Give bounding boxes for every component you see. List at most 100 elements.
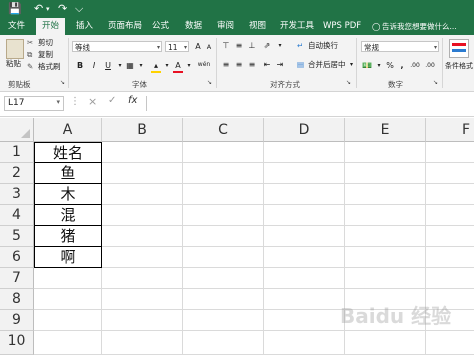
align-left-icon[interactable]: ≡ (220, 59, 232, 70)
paste-icon[interactable] (6, 39, 24, 59)
bold-button[interactable]: B (74, 60, 86, 71)
align-top-icon[interactable]: ⊤ (220, 40, 232, 51)
grid-cell[interactable] (102, 205, 183, 226)
orientation-icon[interactable]: ⇗ (261, 40, 273, 51)
grid-cell[interactable] (426, 247, 474, 268)
row-header-3[interactable]: 3 (0, 184, 34, 205)
formula-input[interactable] (146, 96, 474, 111)
format-painter-button[interactable]: 格式刷 (38, 62, 61, 72)
grid-cell[interactable] (183, 142, 264, 163)
grid-cell[interactable] (264, 247, 345, 268)
align-bottom-icon[interactable]: ⊥ (246, 40, 258, 51)
comma-button[interactable]: , (396, 60, 408, 71)
grid-cell[interactable] (102, 247, 183, 268)
number-format-select[interactable]: 常规 ▾ (361, 41, 439, 52)
cell-a1[interactable]: 姓名 (34, 142, 102, 163)
grid-cell[interactable] (426, 226, 474, 247)
row-header-9[interactable]: 9 (0, 310, 34, 331)
grid-cell[interactable] (183, 205, 264, 226)
align-middle-icon[interactable]: ≡ (233, 40, 245, 51)
decrease-decimal-button[interactable]: .00 (423, 60, 437, 71)
grid-cell[interactable] (34, 331, 102, 355)
insert-function-button[interactable]: fx (128, 95, 137, 106)
grid-cell[interactable] (426, 142, 474, 163)
align-right-icon[interactable]: ≡ (246, 59, 258, 70)
grid-cell[interactable] (183, 331, 264, 355)
alignment-launcher-icon[interactable]: ↘ (346, 79, 351, 86)
redo-icon[interactable]: ↷ (58, 2, 67, 16)
row-header-2[interactable]: 2 (0, 163, 34, 184)
grid-cell[interactable] (102, 226, 183, 247)
grid-cell[interactable] (345, 142, 426, 163)
cell-a5[interactable]: 猪 (34, 226, 102, 247)
percent-button[interactable]: % (384, 60, 396, 71)
clipboard-launcher-icon[interactable]: ↘ (60, 79, 65, 86)
grid-cell[interactable] (183, 184, 264, 205)
tab-insert[interactable]: 插入 (76, 18, 93, 35)
decrease-indent-icon[interactable]: ⇤ (261, 59, 273, 70)
grid-cell[interactable] (102, 289, 183, 310)
column-header-e[interactable]: E (345, 118, 426, 142)
grid-cell[interactable] (183, 310, 264, 331)
row-header-5[interactable]: 5 (0, 226, 34, 247)
save-icon[interactable]: 💾 (8, 2, 22, 16)
tab-review[interactable]: 审阅 (217, 18, 234, 35)
tab-developer[interactable]: 开发工具 (280, 18, 314, 35)
grid-cell[interactable] (345, 163, 426, 184)
chevron-down-icon[interactable]: ▾ (350, 60, 353, 70)
grid-cell[interactable] (34, 268, 102, 289)
tell-me-search[interactable]: 告诉我您想要做什么... (382, 18, 472, 35)
column-header-b[interactable]: B (102, 118, 183, 142)
row-header-1[interactable]: 1 (0, 142, 34, 163)
undo-icon[interactable]: ↶ (34, 2, 43, 16)
merge-center-button[interactable]: 合并后居中 (308, 60, 346, 70)
grid-cell[interactable] (183, 268, 264, 289)
increase-decimal-button[interactable]: .00 (408, 60, 422, 71)
undo-dropdown-icon[interactable]: ▾ (46, 2, 50, 16)
font-size-select[interactable]: 11 ▾ (165, 41, 189, 52)
grid-cell[interactable] (183, 226, 264, 247)
tab-home[interactable]: 开始 (36, 18, 66, 35)
grid-cell[interactable] (264, 184, 345, 205)
grid-cell[interactable] (426, 205, 474, 226)
chevron-down-icon[interactable]: ▾ (183, 60, 195, 71)
underline-button[interactable]: U (102, 60, 114, 71)
column-header-d[interactable]: D (264, 118, 345, 142)
grid-cell[interactable] (102, 310, 183, 331)
font-launcher-icon[interactable]: ↘ (207, 79, 212, 86)
grid-cell[interactable] (264, 205, 345, 226)
chevron-down-icon[interactable]: ▾ (274, 40, 286, 51)
chevron-down-icon[interactable]: ▾ (135, 60, 147, 71)
tab-page-layout[interactable]: 页面布局 (108, 18, 142, 35)
paste-button[interactable]: 粘贴 (6, 59, 21, 69)
tab-formulas[interactable]: 公式 (152, 18, 169, 35)
grid-cell[interactable] (102, 331, 183, 355)
grid-cell[interactable] (426, 331, 474, 355)
grid-cell[interactable] (102, 268, 183, 289)
select-all-corner[interactable] (0, 118, 34, 142)
wrap-text-button[interactable]: 自动换行 (308, 41, 338, 51)
grid-cell[interactable] (345, 247, 426, 268)
cancel-button[interactable]: × (88, 95, 97, 108)
cut-button[interactable]: 剪切 (38, 38, 53, 48)
grid-cell[interactable] (34, 289, 102, 310)
shrink-font-button[interactable]: A (203, 42, 215, 53)
enter-button[interactable]: ✓ (108, 95, 116, 106)
grid-cell[interactable] (345, 184, 426, 205)
grid-cell[interactable] (264, 226, 345, 247)
cell-a2[interactable]: 鱼 (34, 163, 102, 184)
grid-cell[interactable] (426, 268, 474, 289)
conditional-format-icon[interactable] (449, 39, 469, 58)
customize-qat-icon[interactable]: ⌵ (75, 2, 83, 16)
grid-cell[interactable] (345, 331, 426, 355)
row-header-7[interactable]: 7 (0, 268, 34, 289)
font-name-select[interactable]: 等线 ▾ (72, 41, 162, 52)
name-box[interactable]: L17 ▾ (4, 96, 64, 111)
grid-cell[interactable] (345, 268, 426, 289)
grid-cell[interactable] (34, 310, 102, 331)
number-launcher-icon[interactable]: ↘ (433, 79, 438, 86)
grid-cell[interactable] (264, 310, 345, 331)
copy-button[interactable]: 复制 (38, 50, 53, 60)
grid-cell[interactable] (183, 163, 264, 184)
conditional-format-button[interactable]: 条件格式 (445, 61, 473, 71)
